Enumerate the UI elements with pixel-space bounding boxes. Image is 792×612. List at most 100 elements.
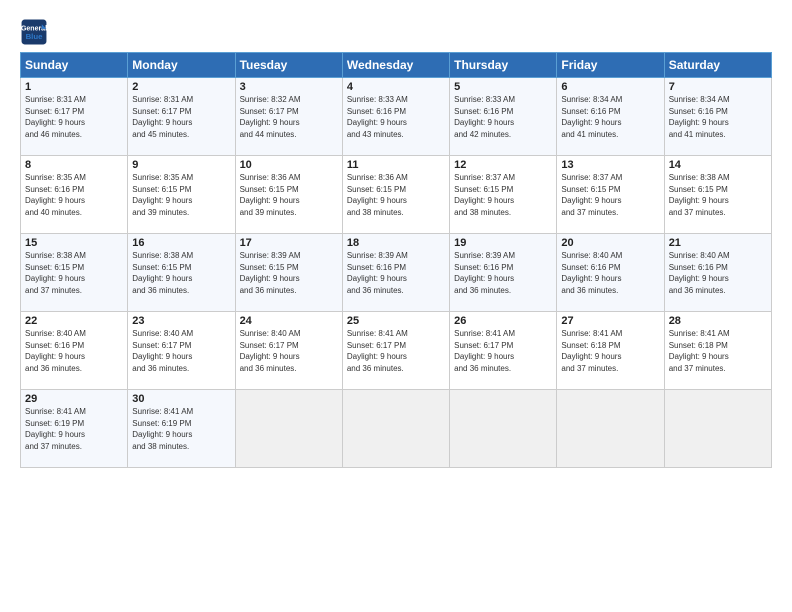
day-number: 6	[561, 81, 659, 93]
day-number: 16	[132, 237, 230, 249]
calendar-cell: 7Sunrise: 8:34 AM Sunset: 6:16 PM Daylig…	[664, 78, 771, 156]
calendar-cell: 8Sunrise: 8:35 AM Sunset: 6:16 PM Daylig…	[21, 156, 128, 234]
day-number: 3	[240, 81, 338, 93]
day-number: 20	[561, 237, 659, 249]
day-number: 24	[240, 315, 338, 327]
day-number: 26	[454, 315, 552, 327]
header-monday: Monday	[128, 53, 235, 78]
day-info: Sunrise: 8:33 AM Sunset: 6:16 PM Dayligh…	[454, 94, 552, 140]
day-number: 18	[347, 237, 445, 249]
week-row-4: 22Sunrise: 8:40 AM Sunset: 6:16 PM Dayli…	[21, 312, 772, 390]
calendar-cell: 11Sunrise: 8:36 AM Sunset: 6:15 PM Dayli…	[342, 156, 449, 234]
calendar-cell: 1Sunrise: 8:31 AM Sunset: 6:17 PM Daylig…	[21, 78, 128, 156]
calendar-cell: 20Sunrise: 8:40 AM Sunset: 6:16 PM Dayli…	[557, 234, 664, 312]
day-number: 15	[25, 237, 123, 249]
calendar-cell: 27Sunrise: 8:41 AM Sunset: 6:18 PM Dayli…	[557, 312, 664, 390]
day-info: Sunrise: 8:37 AM Sunset: 6:15 PM Dayligh…	[561, 172, 659, 218]
logo-icon: General Blue	[20, 18, 48, 46]
calendar-cell: 12Sunrise: 8:37 AM Sunset: 6:15 PM Dayli…	[450, 156, 557, 234]
day-number: 2	[132, 81, 230, 93]
calendar-cell: 23Sunrise: 8:40 AM Sunset: 6:17 PM Dayli…	[128, 312, 235, 390]
calendar-cell: 13Sunrise: 8:37 AM Sunset: 6:15 PM Dayli…	[557, 156, 664, 234]
day-info: Sunrise: 8:41 AM Sunset: 6:17 PM Dayligh…	[454, 328, 552, 374]
day-number: 28	[669, 315, 767, 327]
calendar-cell: 3Sunrise: 8:32 AM Sunset: 6:17 PM Daylig…	[235, 78, 342, 156]
day-info: Sunrise: 8:40 AM Sunset: 6:17 PM Dayligh…	[132, 328, 230, 374]
header-friday: Friday	[557, 53, 664, 78]
calendar-cell: 2Sunrise: 8:31 AM Sunset: 6:17 PM Daylig…	[128, 78, 235, 156]
day-info: Sunrise: 8:38 AM Sunset: 6:15 PM Dayligh…	[669, 172, 767, 218]
day-info: Sunrise: 8:34 AM Sunset: 6:16 PM Dayligh…	[561, 94, 659, 140]
day-info: Sunrise: 8:34 AM Sunset: 6:16 PM Dayligh…	[669, 94, 767, 140]
day-info: Sunrise: 8:32 AM Sunset: 6:17 PM Dayligh…	[240, 94, 338, 140]
day-number: 17	[240, 237, 338, 249]
day-info: Sunrise: 8:37 AM Sunset: 6:15 PM Dayligh…	[454, 172, 552, 218]
calendar-cell	[664, 390, 771, 468]
calendar-cell: 10Sunrise: 8:36 AM Sunset: 6:15 PM Dayli…	[235, 156, 342, 234]
header-wednesday: Wednesday	[342, 53, 449, 78]
day-number: 9	[132, 159, 230, 171]
day-info: Sunrise: 8:40 AM Sunset: 6:16 PM Dayligh…	[669, 250, 767, 296]
calendar-cell: 28Sunrise: 8:41 AM Sunset: 6:18 PM Dayli…	[664, 312, 771, 390]
week-row-1: 1Sunrise: 8:31 AM Sunset: 6:17 PM Daylig…	[21, 78, 772, 156]
calendar-cell: 21Sunrise: 8:40 AM Sunset: 6:16 PM Dayli…	[664, 234, 771, 312]
calendar-cell: 18Sunrise: 8:39 AM Sunset: 6:16 PM Dayli…	[342, 234, 449, 312]
day-info: Sunrise: 8:35 AM Sunset: 6:16 PM Dayligh…	[25, 172, 123, 218]
day-info: Sunrise: 8:33 AM Sunset: 6:16 PM Dayligh…	[347, 94, 445, 140]
week-row-2: 8Sunrise: 8:35 AM Sunset: 6:16 PM Daylig…	[21, 156, 772, 234]
day-number: 29	[25, 393, 123, 405]
calendar-cell: 22Sunrise: 8:40 AM Sunset: 6:16 PM Dayli…	[21, 312, 128, 390]
header-saturday: Saturday	[664, 53, 771, 78]
day-info: Sunrise: 8:40 AM Sunset: 6:16 PM Dayligh…	[25, 328, 123, 374]
calendar-cell	[342, 390, 449, 468]
day-info: Sunrise: 8:39 AM Sunset: 6:15 PM Dayligh…	[240, 250, 338, 296]
day-info: Sunrise: 8:38 AM Sunset: 6:15 PM Dayligh…	[25, 250, 123, 296]
day-info: Sunrise: 8:39 AM Sunset: 6:16 PM Dayligh…	[454, 250, 552, 296]
calendar-cell: 15Sunrise: 8:38 AM Sunset: 6:15 PM Dayli…	[21, 234, 128, 312]
day-info: Sunrise: 8:31 AM Sunset: 6:17 PM Dayligh…	[25, 94, 123, 140]
calendar-cell: 16Sunrise: 8:38 AM Sunset: 6:15 PM Dayli…	[128, 234, 235, 312]
header-sunday: Sunday	[21, 53, 128, 78]
day-number: 8	[25, 159, 123, 171]
header-tuesday: Tuesday	[235, 53, 342, 78]
calendar-cell	[235, 390, 342, 468]
day-number: 27	[561, 315, 659, 327]
day-info: Sunrise: 8:41 AM Sunset: 6:18 PM Dayligh…	[561, 328, 659, 374]
day-info: Sunrise: 8:41 AM Sunset: 6:18 PM Dayligh…	[669, 328, 767, 374]
day-number: 14	[669, 159, 767, 171]
calendar-cell: 30Sunrise: 8:41 AM Sunset: 6:19 PM Dayli…	[128, 390, 235, 468]
day-info: Sunrise: 8:35 AM Sunset: 6:15 PM Dayligh…	[132, 172, 230, 218]
day-number: 25	[347, 315, 445, 327]
day-info: Sunrise: 8:41 AM Sunset: 6:17 PM Dayligh…	[347, 328, 445, 374]
day-number: 22	[25, 315, 123, 327]
day-number: 10	[240, 159, 338, 171]
calendar-cell: 24Sunrise: 8:40 AM Sunset: 6:17 PM Dayli…	[235, 312, 342, 390]
logo: General Blue	[20, 18, 52, 46]
day-number: 4	[347, 81, 445, 93]
day-info: Sunrise: 8:39 AM Sunset: 6:16 PM Dayligh…	[347, 250, 445, 296]
day-info: Sunrise: 8:41 AM Sunset: 6:19 PM Dayligh…	[25, 406, 123, 452]
week-row-3: 15Sunrise: 8:38 AM Sunset: 6:15 PM Dayli…	[21, 234, 772, 312]
calendar-header-row: SundayMondayTuesdayWednesdayThursdayFrid…	[21, 53, 772, 78]
day-info: Sunrise: 8:36 AM Sunset: 6:15 PM Dayligh…	[240, 172, 338, 218]
calendar-cell: 6Sunrise: 8:34 AM Sunset: 6:16 PM Daylig…	[557, 78, 664, 156]
day-number: 23	[132, 315, 230, 327]
calendar-cell: 19Sunrise: 8:39 AM Sunset: 6:16 PM Dayli…	[450, 234, 557, 312]
day-info: Sunrise: 8:41 AM Sunset: 6:19 PM Dayligh…	[132, 406, 230, 452]
calendar-table: SundayMondayTuesdayWednesdayThursdayFrid…	[20, 52, 772, 468]
day-number: 1	[25, 81, 123, 93]
calendar-cell	[557, 390, 664, 468]
day-number: 5	[454, 81, 552, 93]
day-number: 12	[454, 159, 552, 171]
calendar-cell: 4Sunrise: 8:33 AM Sunset: 6:16 PM Daylig…	[342, 78, 449, 156]
calendar-cell: 17Sunrise: 8:39 AM Sunset: 6:15 PM Dayli…	[235, 234, 342, 312]
day-number: 30	[132, 393, 230, 405]
calendar-cell: 9Sunrise: 8:35 AM Sunset: 6:15 PM Daylig…	[128, 156, 235, 234]
calendar-cell: 25Sunrise: 8:41 AM Sunset: 6:17 PM Dayli…	[342, 312, 449, 390]
day-number: 19	[454, 237, 552, 249]
day-info: Sunrise: 8:38 AM Sunset: 6:15 PM Dayligh…	[132, 250, 230, 296]
svg-text:Blue: Blue	[26, 32, 44, 41]
calendar-cell: 5Sunrise: 8:33 AM Sunset: 6:16 PM Daylig…	[450, 78, 557, 156]
day-number: 7	[669, 81, 767, 93]
week-row-5: 29Sunrise: 8:41 AM Sunset: 6:19 PM Dayli…	[21, 390, 772, 468]
